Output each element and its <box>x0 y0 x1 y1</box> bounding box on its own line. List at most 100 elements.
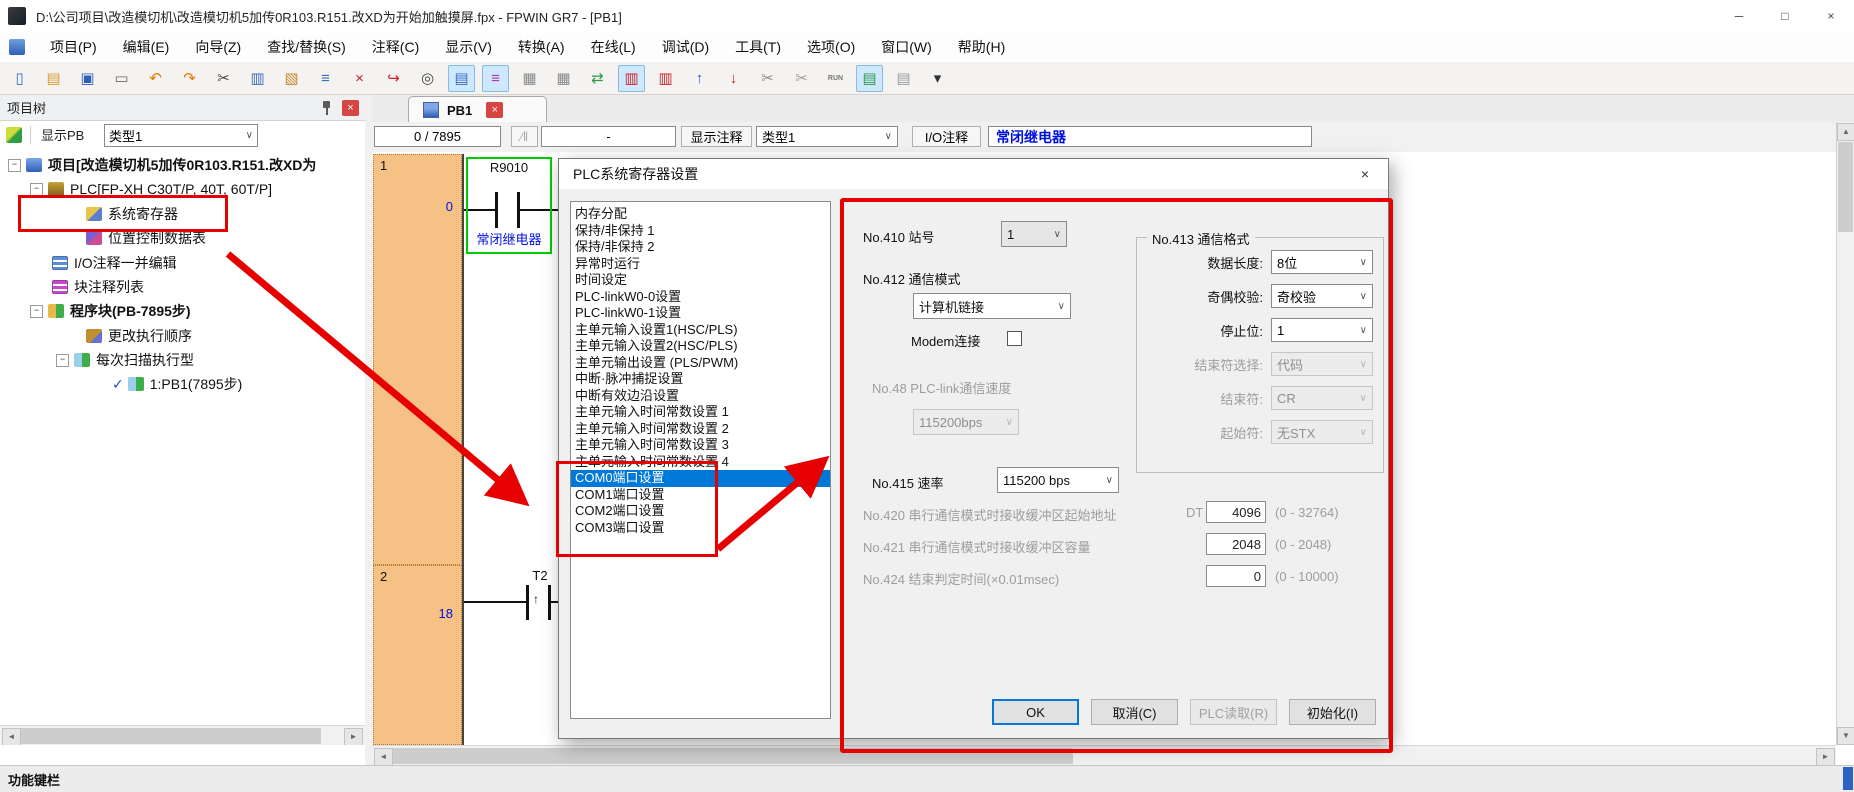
menu-item[interactable]: 工具(T) <box>722 32 794 62</box>
new-file-icon[interactable]: ▯ <box>6 65 33 92</box>
find-icon[interactable]: ◎ <box>414 65 441 92</box>
expand-toggle[interactable]: − <box>56 354 69 367</box>
ladder-v-scrollbar[interactable]: ▲ ▼ <box>1836 122 1854 745</box>
monitor-stop-icon[interactable]: ▤ <box>890 65 917 92</box>
pin-icon[interactable] <box>320 100 334 116</box>
pc-upload-icon[interactable]: ↑ <box>686 65 713 92</box>
list-item[interactable]: 主单元输入设置2(HSC/PLS) <box>571 338 830 355</box>
expand-toggle[interactable]: − <box>8 159 21 172</box>
list-item[interactable]: 保持/非保持 1 <box>571 223 830 240</box>
list-item[interactable]: 主单元输入时间常数设置 4 <box>571 454 830 471</box>
register-category-list[interactable]: 内存分配保持/非保持 1保持/非保持 2异常时运行时间设定 PLC-linkW0-… <box>570 201 831 719</box>
menu-item[interactable]: 项目(P) <box>37 32 110 62</box>
menu-item[interactable]: 编辑(E) <box>110 32 183 62</box>
menu-item[interactable]: 显示(V) <box>432 32 505 62</box>
pc-download-icon[interactable]: ↓ <box>720 65 747 92</box>
scroll-left-icon[interactable]: ◄ <box>2 728 21 745</box>
monitor-pause-button[interactable]: ⁄‖ <box>511 126 538 147</box>
list-item[interactable]: 主单元输入设置1(HSC/PLS) <box>571 322 830 339</box>
scrollbar-thumb[interactable] <box>1838 142 1853 232</box>
online-copy-icon[interactable]: ✂ <box>788 65 815 92</box>
no424-input[interactable]: 0 <box>1206 565 1266 587</box>
paste-icon[interactable]: ▧ <box>278 65 305 92</box>
io-comment-field[interactable]: 常闭继电器 <box>988 126 1312 147</box>
ladder-h-scrollbar[interactable]: ◄ ► <box>372 745 1836 766</box>
save-icon[interactable]: ▣ <box>74 65 101 92</box>
menu-item[interactable]: 选项(O) <box>794 32 868 62</box>
list-item[interactable]: 异常时运行 <box>571 256 830 273</box>
tree-node-io-comment[interactable]: I/O注释一并编辑 <box>52 253 177 273</box>
open-folder-icon[interactable]: ▤ <box>40 65 67 92</box>
close-button[interactable]: × <box>1808 0 1854 31</box>
run-mode-icon[interactable]: RUN <box>822 65 849 92</box>
tree-h-scrollbar[interactable]: ◄ ► <box>0 725 365 745</box>
no410-select[interactable]: 1 ∨ <box>1001 221 1067 247</box>
convert-icon[interactable]: ⇄ <box>584 65 611 92</box>
online-edit-icon[interactable]: ✂ <box>754 65 781 92</box>
grid-display-2-icon[interactable]: ▦ <box>550 65 577 92</box>
undo-icon[interactable]: ↶ <box>142 65 169 92</box>
panel-close-button[interactable]: × <box>342 100 359 116</box>
list-item[interactable]: 主单元输出设置 (PLS/PWM) <box>571 355 830 372</box>
dialog-button[interactable]: 初始化(I) <box>1289 699 1376 725</box>
selected-cell-outline[interactable] <box>466 157 552 254</box>
menu-item[interactable]: 转换(A) <box>505 32 578 62</box>
insert-row-icon[interactable]: ≡ <box>312 65 339 92</box>
online-monitor-icon[interactable]: ▥ <box>618 65 645 92</box>
format-row-select[interactable]: CR ∨ <box>1271 386 1373 410</box>
tab-close-icon[interactable]: × <box>486 102 503 118</box>
list-item[interactable]: 内存分配 <box>571 206 830 223</box>
cut-icon[interactable]: ✂ <box>210 65 237 92</box>
toolbar-overflow-icon[interactable]: ▾ <box>924 65 951 92</box>
tree-node-program-block[interactable]: − 程序块(PB-7895步) <box>30 301 191 321</box>
list-item[interactable]: 中断·脉冲捕捉设置 <box>571 371 830 388</box>
format-row-select[interactable]: 奇校验 ∨ <box>1271 284 1373 308</box>
jump-icon[interactable]: ↪ <box>380 65 407 92</box>
dialog-close-icon[interactable]: × <box>1342 159 1388 189</box>
menu-item[interactable]: 向导(Z) <box>182 32 254 62</box>
status-display-icon[interactable]: ▥ <box>652 65 679 92</box>
menu-item[interactable]: 窗口(W) <box>868 32 945 62</box>
format-row-select[interactable]: 8位 ∨ <box>1271 250 1373 274</box>
format-row-select[interactable]: 无STX ∨ <box>1271 420 1373 444</box>
comment-edit-icon[interactable]: ▤ <box>448 65 475 92</box>
list-display-icon[interactable]: ≡ <box>482 65 509 92</box>
tree-node-project[interactable]: − 项目[改造模切机5加传0R103.R151.改XD为 <box>8 155 316 175</box>
show-comment-button[interactable]: 显示注释 <box>681 126 752 147</box>
scrollbar-thumb[interactable] <box>393 748 1073 764</box>
tree-node-scan-type[interactable]: − 每次扫描执行型 <box>56 350 194 370</box>
tree-node-plc[interactable]: − PLC[FP-XH C30T/P, 40T, 60T/P] <box>30 179 272 199</box>
minimize-button[interactable]: ─ <box>1716 0 1762 31</box>
scroll-right-icon[interactable]: ► <box>1816 748 1835 766</box>
scroll-up-icon[interactable]: ▲ <box>1837 123 1854 141</box>
no412-select[interactable]: 计算机链接 ∨ <box>913 293 1071 319</box>
scroll-left-icon[interactable]: ◄ <box>374 748 393 766</box>
list-item[interactable]: 主单元输入时间常数设置 1 <box>571 404 830 421</box>
pb-filter-icon[interactable] <box>6 127 22 143</box>
no421-input[interactable]: 2048 <box>1206 533 1266 555</box>
list-item[interactable]: 保持/非保持 2 <box>571 239 830 256</box>
tree-node-change-order[interactable]: 更改执行顺序 <box>86 326 192 346</box>
rung1-margin-cell[interactable]: 1 0 <box>373 154 462 565</box>
menu-item[interactable]: 调试(D) <box>649 32 722 62</box>
tab-pb1[interactable]: PB1 × <box>408 96 547 123</box>
list-item[interactable]: 时间设定 <box>571 272 830 289</box>
expand-toggle[interactable]: − <box>30 305 43 318</box>
list-item[interactable]: 主单元输入时间常数设置 3 <box>571 437 830 454</box>
list-item[interactable]: COM2端口设置 <box>571 503 830 520</box>
io-comment-button[interactable]: I/O注释 <box>912 126 981 147</box>
dialog-button[interactable]: 取消(C) <box>1091 699 1178 725</box>
pb-type-select[interactable]: 类型1 ∨ <box>104 124 258 147</box>
list-item[interactable]: COM3端口设置 <box>571 520 830 537</box>
menu-item[interactable]: 查找/替换(S) <box>254 32 359 62</box>
redo-icon[interactable]: ↷ <box>176 65 203 92</box>
dialog-button[interactable]: OK <box>992 699 1079 725</box>
list-item[interactable]: PLC-linkW0-1设置 <box>571 305 830 322</box>
copy-icon[interactable]: ▥ <box>244 65 271 92</box>
menu-item[interactable]: 帮助(H) <box>945 32 1018 62</box>
list-item[interactable]: 中断有效边沿设置 <box>571 388 830 405</box>
rung2-margin-cell[interactable]: 2 18 <box>373 565 462 745</box>
scroll-down-icon[interactable]: ▼ <box>1837 727 1854 745</box>
menu-item[interactable]: 在线(L) <box>578 32 649 62</box>
monitor-run-icon[interactable]: ▤ <box>856 65 883 92</box>
